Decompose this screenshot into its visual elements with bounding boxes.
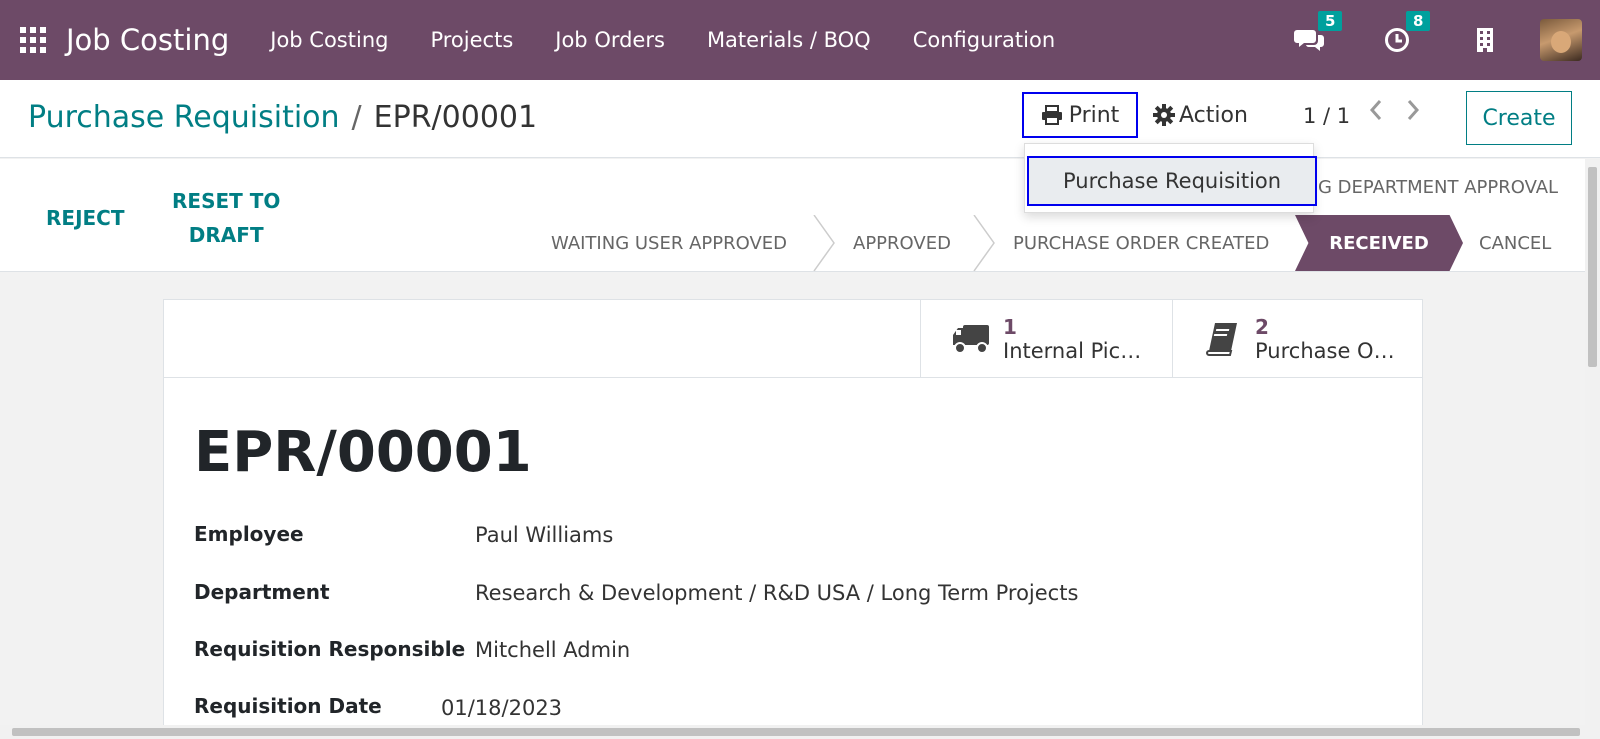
truck-icon — [951, 319, 991, 359]
user-avatar[interactable] — [1540, 19, 1582, 61]
activities-badge: 8 — [1406, 11, 1431, 31]
reset-label-line1: RESET TO — [172, 189, 281, 213]
requisition-date-label: Requisition Date — [194, 694, 382, 718]
reset-label-line2: DRAFT — [188, 223, 264, 247]
breadcrumb-separator: / — [351, 100, 362, 135]
reject-button[interactable]: REJECT — [46, 201, 125, 235]
requisition-responsible-label: Requisition Responsible — [194, 637, 466, 661]
requisition-responsible-value[interactable]: Mitchell Admin — [475, 638, 630, 662]
form-sheet: 1 Internal Pic… 2 Purchase O… EPR/00001 … — [163, 299, 1423, 739]
menu-materials-boq[interactable]: Materials / BOQ — [707, 28, 871, 52]
print-label: Print — [1068, 102, 1120, 128]
pager-next-icon[interactable] — [1405, 98, 1421, 129]
requisition-date-value[interactable]: 01/18/2023 — [441, 696, 562, 720]
department-value[interactable]: Research & Development / R&D USA / Long … — [475, 581, 1078, 605]
breadcrumb: Purchase Requisition / EPR/00001 — [28, 100, 537, 135]
purchase-orders-label: Purchase O… — [1255, 339, 1395, 363]
vertical-scrollbar[interactable] — [1585, 159, 1600, 725]
company-building-icon[interactable] — [1470, 25, 1500, 55]
book-icon — [1203, 319, 1243, 359]
control-panel: Purchase Requisition / EPR/00001 Print A… — [0, 80, 1600, 158]
messages-icon[interactable]: 5 — [1294, 11, 1343, 55]
stage-cancel[interactable]: CANCEL — [1479, 215, 1551, 271]
breadcrumb-current: EPR/00001 — [373, 100, 538, 135]
create-button[interactable]: Create — [1466, 91, 1572, 145]
stage-waiting-user-approved[interactable]: WAITING USER APPROVED — [551, 215, 787, 271]
smart-button-purchase-orders[interactable]: 2 Purchase O… — [1172, 300, 1424, 378]
stage-separator — [813, 215, 835, 271]
stage-approved[interactable]: APPROVED — [853, 215, 951, 271]
horizontal-scrollbar-thumb[interactable] — [12, 728, 1580, 736]
reset-to-draft-button[interactable]: RESET TO DRAFT — [172, 184, 280, 252]
stage-received-active[interactable]: RECEIVED — [1295, 215, 1463, 271]
action-label: Action — [1179, 102, 1248, 128]
app-brand[interactable]: Job Costing — [66, 23, 229, 57]
action-button[interactable]: Action — [1153, 92, 1248, 138]
internal-picking-label: Internal Pic… — [1003, 339, 1142, 363]
smart-button-box: 1 Internal Pic… 2 Purchase O… — [164, 300, 1422, 378]
navbar-systray: 5 8 — [1294, 0, 1600, 80]
apps-menu-icon[interactable] — [20, 27, 46, 53]
menu-job-orders[interactable]: Job Orders — [555, 28, 665, 52]
menu-job-costing[interactable]: Job Costing — [270, 28, 388, 52]
statusbar: REJECT RESET TO DRAFT G DEPARTMENT APPRO… — [0, 159, 1585, 272]
stage-separator — [973, 215, 995, 271]
menu-projects[interactable]: Projects — [430, 28, 513, 52]
print-dropdown-menu: Purchase Requisition — [1024, 143, 1317, 213]
gear-icon — [1153, 104, 1175, 126]
activities-clock-icon[interactable]: 8 — [1382, 11, 1431, 55]
record-title: EPR/00001 — [194, 420, 532, 485]
department-label: Department — [194, 580, 330, 604]
stage-purchase-order-created[interactable]: PURCHASE ORDER CREATED — [1013, 215, 1269, 271]
horizontal-scrollbar[interactable] — [0, 725, 1600, 739]
smart-button-internal-picking[interactable]: 1 Internal Pic… — [920, 300, 1172, 378]
vertical-scrollbar-thumb[interactable] — [1588, 167, 1597, 367]
dropdown-item-purchase-requisition[interactable]: Purchase Requisition — [1027, 156, 1317, 206]
employee-label: Employee — [194, 522, 304, 546]
breadcrumb-parent-link[interactable]: Purchase Requisition — [28, 100, 340, 135]
top-navbar: Job Costing Job Costing Projects Job Ord… — [0, 0, 1600, 80]
pager-value[interactable]: 1 / 1 — [1303, 104, 1350, 128]
stage-department-approval[interactable]: G DEPARTMENT APPROVAL — [1318, 177, 1558, 198]
internal-picking-count: 1 — [1003, 315, 1017, 339]
printer-icon — [1041, 105, 1062, 125]
print-button[interactable]: Print — [1022, 92, 1138, 138]
messages-badge: 5 — [1318, 11, 1343, 31]
pager-previous-icon[interactable] — [1368, 98, 1384, 129]
menu-configuration[interactable]: Configuration — [913, 28, 1055, 52]
purchase-orders-count: 2 — [1255, 315, 1269, 339]
employee-value[interactable]: Paul Williams — [475, 523, 613, 547]
